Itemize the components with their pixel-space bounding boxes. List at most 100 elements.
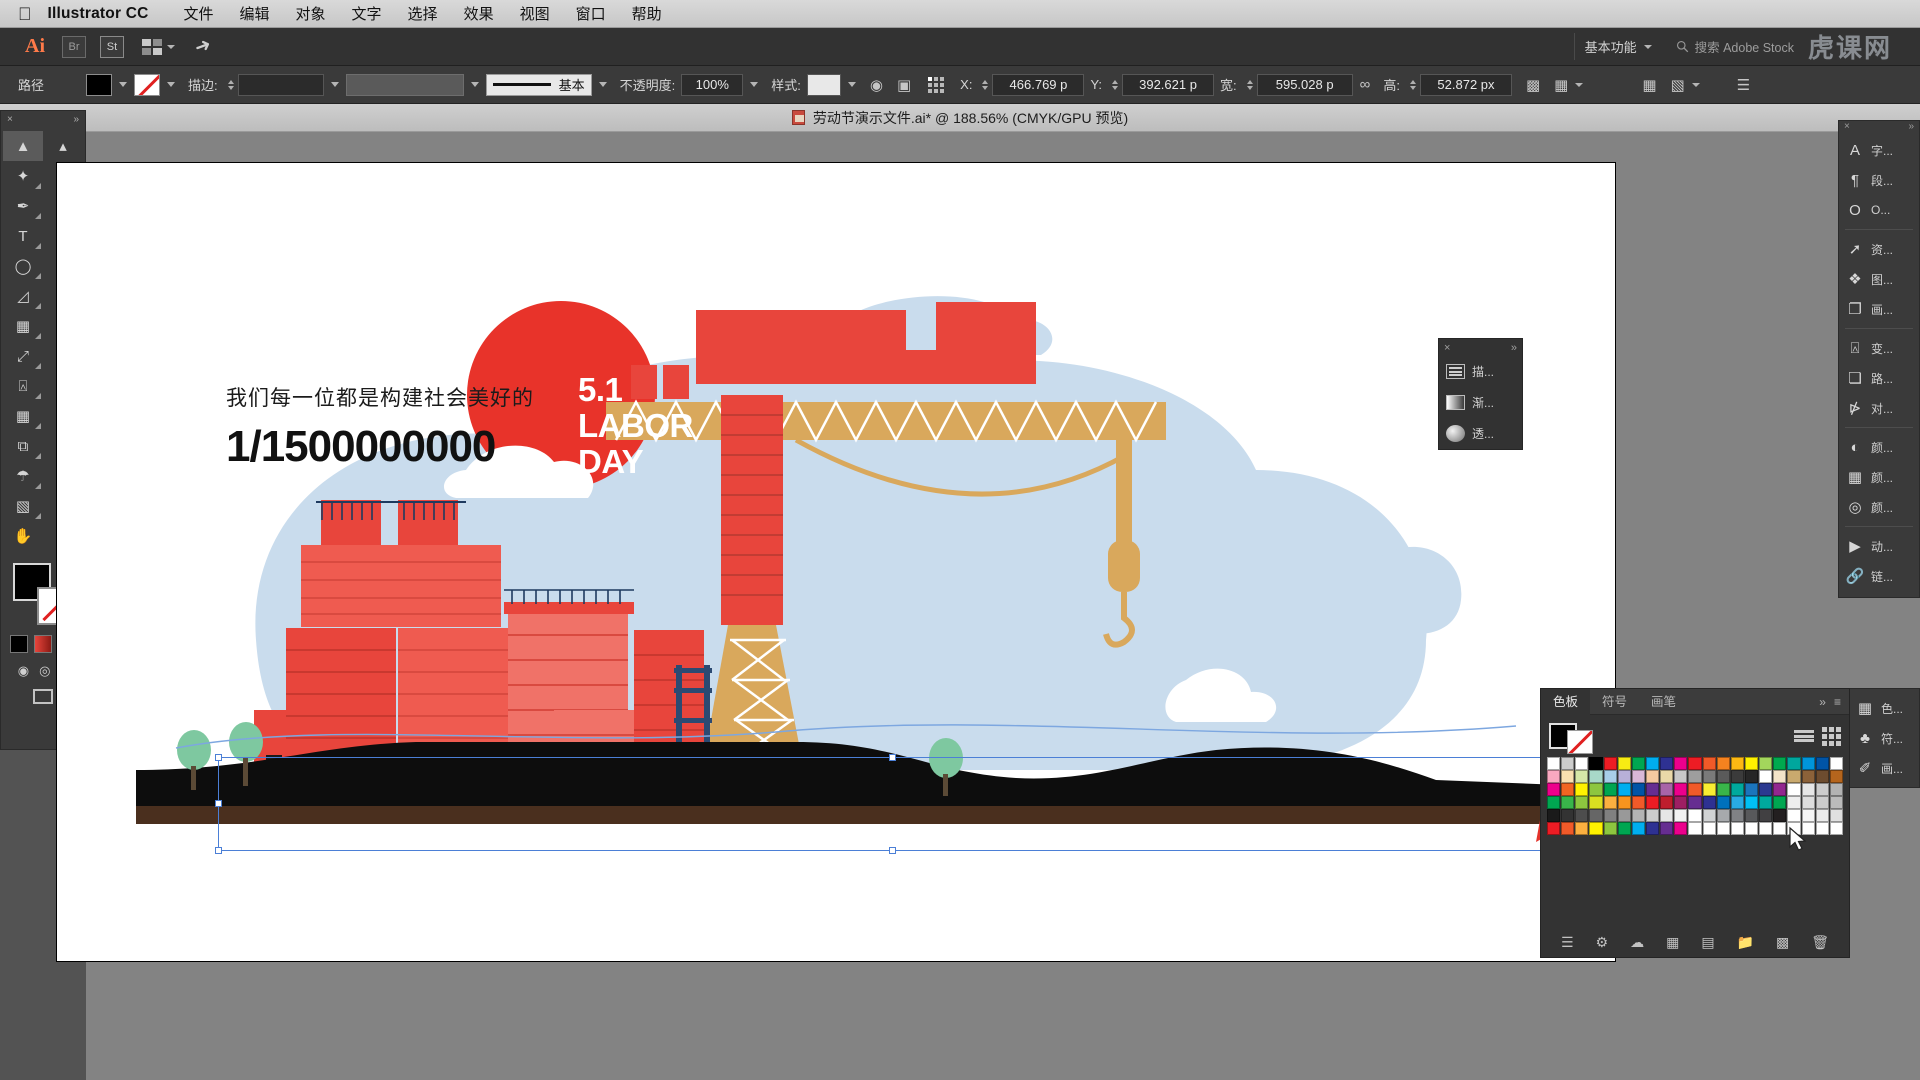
swatch-cell[interactable] [1547,796,1561,809]
transform-icon[interactable]: ▩ [1512,76,1547,94]
chevron-down-icon[interactable] [119,82,127,87]
new-swatch-folder-icon[interactable]: 📁 [1737,934,1754,951]
tool-hand[interactable]: ✋ [3,521,43,551]
menu-item-object[interactable]: 对象 [283,3,339,24]
pathfinder-panel-item[interactable]: ❏ 路... [1839,363,1919,393]
swatch-cell[interactable] [1787,783,1801,796]
swatch-cell[interactable] [1829,822,1843,835]
color-group-icon[interactable]: ☁ [1630,934,1644,951]
swatch-cell[interactable] [1688,783,1702,796]
apple-logo-icon[interactable]:  [14,5,48,23]
reference-point-selector[interactable] [928,76,945,93]
swatch-row[interactable] [1541,770,1849,783]
swatch-cell[interactable] [1660,757,1674,770]
panel-expand-icon[interactable]: » [1819,695,1826,709]
swatch-libraries-icon[interactable]: ☰ [1561,934,1574,951]
rocket-icon[interactable]: ➜ [192,33,215,60]
tab-symbols[interactable]: 符号 [1590,689,1639,715]
fill-color-swatch[interactable] [86,73,112,96]
artboards-panel-item[interactable]: ❐ 画... [1839,294,1919,324]
swatch-cell[interactable] [1716,809,1730,822]
tool-eyedropper[interactable]: ⧉ [3,431,43,461]
swatch-cell[interactable] [1829,770,1843,783]
swatch-cell[interactable] [1547,809,1561,822]
tool-magic-wand[interactable]: ✦ [3,161,43,191]
new-swatch-icon[interactable]: ▩ [1776,934,1789,951]
swatch-cell[interactable] [1617,783,1631,796]
swatch-cell[interactable] [1759,770,1773,783]
gradient-panel-item[interactable]: 渐... [1439,387,1522,418]
symbols-dock-item[interactable]: ♣ 符... [1849,723,1919,753]
swatch-cell[interactable] [1631,770,1645,783]
swatch-cell[interactable] [1829,783,1843,796]
swatch-cell[interactable] [1730,796,1744,809]
menu-item-edit[interactable]: 编辑 [227,3,283,24]
swatch-cell[interactable] [1547,770,1561,783]
y-stepper[interactable] [1112,79,1119,90]
swatch-cell[interactable] [1759,783,1773,796]
tool-ellipse[interactable]: ◯ [3,251,43,281]
swatch-cell[interactable] [1773,757,1787,770]
draw-behind-icon[interactable]: ◎ [39,663,50,679]
swatch-cell[interactable] [1745,783,1759,796]
swatch-cell[interactable] [1603,796,1617,809]
transparency-panel-item[interactable]: 透... [1439,418,1522,449]
toolbox-close-icon[interactable]: × [7,114,13,125]
swatch-cell[interactable] [1815,770,1829,783]
color-panel-item[interactable]: ◐ 颜... [1839,432,1919,462]
show-list-icon[interactable]: ⚙ [1596,934,1609,951]
menu-item-effect[interactable]: 效果 [451,3,507,24]
color-mode-gradient[interactable] [34,635,52,653]
link-dimensions-icon[interactable]: ∞ [1353,76,1378,93]
swatch-cell[interactable] [1575,757,1589,770]
swatch-cell[interactable] [1589,822,1603,835]
swatch-cell[interactable] [1787,809,1801,822]
panel-menu-icon[interactable]: ≡ [1834,695,1841,709]
swatch-cell[interactable] [1829,796,1843,809]
swatch-cell[interactable] [1589,757,1603,770]
swatch-cell[interactable] [1561,757,1575,770]
tool-free-transform[interactable]: ⍓ [3,371,43,401]
swatch-cell[interactable] [1660,783,1674,796]
swatch-cell[interactable] [1603,783,1617,796]
swatch-cell[interactable] [1688,770,1702,783]
swatch-cell[interactable] [1773,783,1787,796]
width-input[interactable]: 595.028 p [1256,73,1353,96]
tool-artboard[interactable]: ▧ [3,491,43,521]
swatch-row[interactable] [1541,796,1849,809]
swatch-cell[interactable] [1617,770,1631,783]
tool-pen[interactable]: ✒ [3,191,43,221]
swatch-options-icon[interactable]: ▤ [1701,934,1714,951]
x-input[interactable]: 466.769 p [992,73,1085,96]
opacity-input[interactable]: 100% [681,73,744,96]
swatches-dock-item[interactable]: ▦ 色... [1849,693,1919,723]
swatch-cell[interactable] [1688,796,1702,809]
chevron-down-icon[interactable] [1691,82,1700,87]
swatch-cell[interactable] [1801,809,1815,822]
swatch-cell[interactable] [1674,809,1688,822]
swatch-cell[interactable] [1716,757,1730,770]
tool-direct-selection[interactable]: ▴ [43,131,83,161]
swatch-cell[interactable] [1688,757,1702,770]
tab-brushes[interactable]: 画笔 [1639,689,1688,715]
swatch-cell[interactable] [1660,809,1674,822]
transform-panel-item[interactable]: ⍓ 变... [1839,333,1919,363]
align-panel-item[interactable]: ⋫ 对... [1839,393,1919,423]
swatch-cell[interactable] [1787,770,1801,783]
document-setup-icon[interactable]: ☰ [1730,76,1757,94]
workspace-switcher[interactable]: 基本功能 [1573,33,1662,60]
actions-panel-item[interactable]: ▶ 动... [1839,531,1919,561]
menu-item-window[interactable]: 窗口 [563,3,619,24]
stroke-panel-item[interactable]: 描... [1439,356,1522,387]
swatch-cell[interactable] [1702,809,1716,822]
artwork-illustration[interactable] [136,210,1586,890]
swatch-cell[interactable] [1688,822,1702,835]
swatch-cell[interactable] [1716,822,1730,835]
swatch-cell[interactable] [1617,796,1631,809]
layers-panel-item[interactable]: ❖ 图... [1839,264,1919,294]
menu-item-help[interactable]: 帮助 [619,3,675,24]
opentype-panel-item[interactable]: Ο O... [1839,195,1919,225]
chevron-down-icon[interactable] [1575,82,1584,87]
swatch-cell[interactable] [1773,809,1787,822]
swatch-cell[interactable] [1646,783,1660,796]
